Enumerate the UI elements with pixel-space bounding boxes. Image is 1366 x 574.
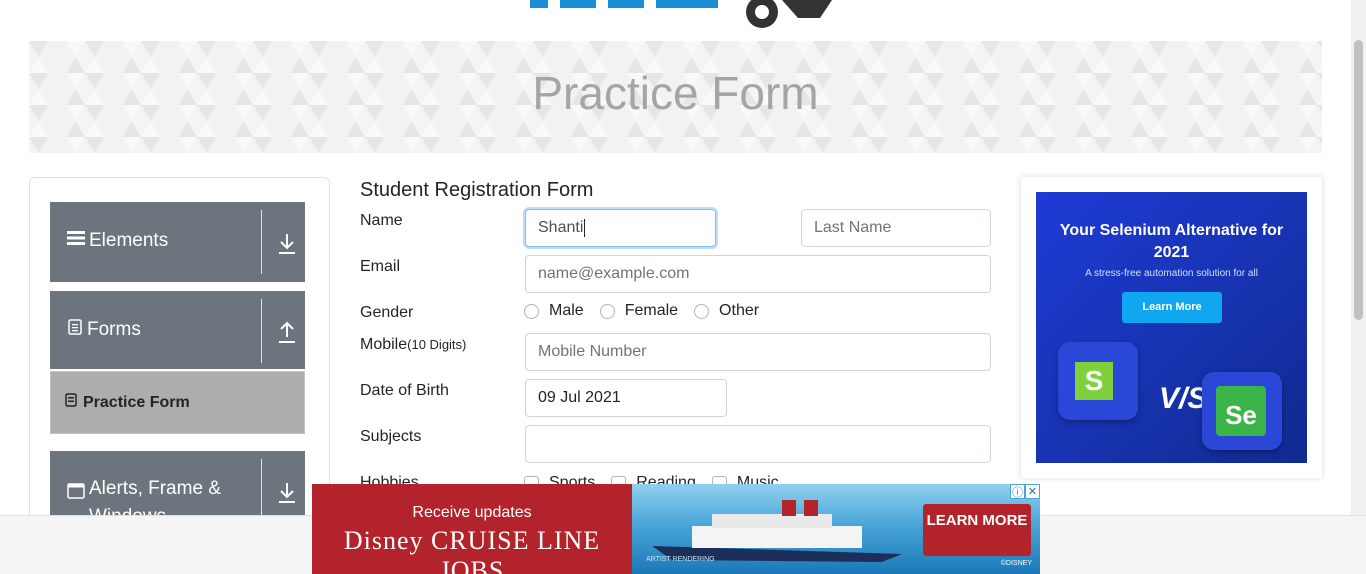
gender-label: Gender: [360, 304, 414, 321]
email-label: Email: [360, 258, 401, 275]
ad-choices[interactable]: ⓘ ✕: [1010, 484, 1040, 499]
toolsqa-logo[interactable]: [520, 0, 850, 32]
checkbox-label[interactable]: Music: [737, 474, 779, 484]
info-icon[interactable]: ⓘ: [1010, 484, 1025, 499]
subjects-label: Subjects: [360, 428, 422, 445]
document-icon: [67, 319, 83, 341]
mobile-label: Mobile(10 Digits): [360, 336, 466, 354]
sidebar-group-label: Forms: [87, 319, 141, 340]
radio-label[interactable]: Other: [719, 302, 759, 320]
page-banner: Practice Form: [29, 41, 1322, 153]
hobby-sports-checkbox[interactable]: Sports: [524, 474, 595, 484]
sidebar-item-practice-form[interactable]: Practice Form: [50, 371, 305, 434]
ad-red-panel: Receive updates Disney CRUISE LINE JOBS: [312, 484, 632, 574]
email-input[interactable]: name@example.com: [525, 255, 991, 293]
sidebar-group-elements[interactable]: Elements: [50, 202, 305, 282]
radio-circle[interactable]: [599, 303, 615, 319]
ad-copyright: ©DISNEY: [1000, 560, 1032, 567]
ad-learn-more-button[interactable]: LEARN MORE: [923, 504, 1031, 556]
ad-versus-text: V/S: [1159, 382, 1208, 415]
divider: [261, 210, 262, 274]
divider: [261, 459, 262, 523]
dob-label: Date of Birth: [360, 382, 449, 399]
download-arrow-icon[interactable]: [276, 230, 298, 256]
sidebar-group-label: Elements: [89, 230, 169, 251]
ad-right-logo: Se: [1216, 386, 1266, 436]
mobile-hint: (10 Digits): [407, 337, 467, 352]
checkbox-label[interactable]: Reading: [636, 474, 696, 484]
gender-other-radio[interactable]: Other: [694, 302, 759, 320]
radio-circle[interactable]: [694, 303, 710, 319]
mobile-input[interactable]: Mobile Number: [525, 333, 991, 371]
checkbox-box[interactable]: [611, 475, 627, 484]
subjects-input[interactable]: [525, 425, 991, 463]
close-icon[interactable]: ✕: [1025, 484, 1040, 499]
radio-label[interactable]: Female: [625, 302, 678, 320]
upload-arrow-icon[interactable]: [276, 319, 298, 345]
hobbies-row-clip: Hobbies Sports Reading Music: [0, 470, 1000, 484]
bottom-ad-banner[interactable]: Receive updates Disney CRUISE LINE JOBS …: [312, 484, 1040, 574]
hobbies-label: Hobbies: [360, 474, 419, 484]
last-name-input[interactable]: Last Name: [801, 209, 991, 247]
ad-right-tile: Se: [1202, 372, 1282, 450]
hobbies-checkbox-group: Sports Reading Music: [524, 474, 795, 484]
checkbox-box[interactable]: [711, 475, 727, 484]
radio-label[interactable]: Male: [549, 302, 584, 320]
hobby-reading-checkbox[interactable]: Reading: [611, 474, 696, 484]
ad-caption: ARTIST RENDERING: [646, 556, 715, 563]
first-name-value: Shanti: [538, 219, 584, 236]
gender-male-radio[interactable]: Male: [524, 302, 584, 320]
gender-female-radio[interactable]: Female: [599, 302, 678, 320]
ad-left-tile: S: [1058, 342, 1138, 420]
right-ad-banner[interactable]: Your Selenium Alternative for 2021 A str…: [1036, 192, 1307, 463]
form-icon: [65, 393, 77, 412]
window-icon: [67, 480, 85, 508]
ad-headline: Your Selenium Alternative for 2021: [1059, 222, 1284, 261]
page-title: Practice Form: [532, 67, 819, 119]
hobby-music-checkbox[interactable]: Music: [711, 474, 779, 484]
ad-line-1: Receive updates: [412, 504, 532, 521]
vertical-scrollbar[interactable]: [1351, 0, 1366, 515]
divider: [261, 299, 262, 363]
checkbox-label[interactable]: Sports: [549, 474, 595, 484]
gender-radio-group: Male Female Other: [524, 302, 775, 320]
radio-circle[interactable]: [524, 303, 539, 319]
sidebar-group-forms[interactable]: Forms: [50, 291, 305, 369]
scrollbar-thumb[interactable]: [1354, 40, 1363, 320]
sidebar-item-label: Practice Form: [83, 393, 190, 411]
ad-subline: A stress-free automation solution for al…: [1085, 268, 1258, 279]
date-of-birth-input[interactable]: 09 Jul 2021: [525, 379, 727, 417]
name-label: Name: [360, 212, 403, 229]
hamburger-icon: [67, 230, 85, 252]
mobile-label-text: Mobile: [360, 336, 408, 353]
ad-learn-more-button[interactable]: Learn More: [1122, 292, 1222, 323]
form-title: Student Registration Form: [360, 179, 594, 201]
ad-left-logo: S: [1075, 362, 1113, 400]
ad-line-2: Disney CRUISE LINE JOBS: [343, 526, 601, 574]
checkbox-box[interactable]: [524, 475, 539, 484]
first-name-input[interactable]: Shanti: [525, 209, 716, 247]
